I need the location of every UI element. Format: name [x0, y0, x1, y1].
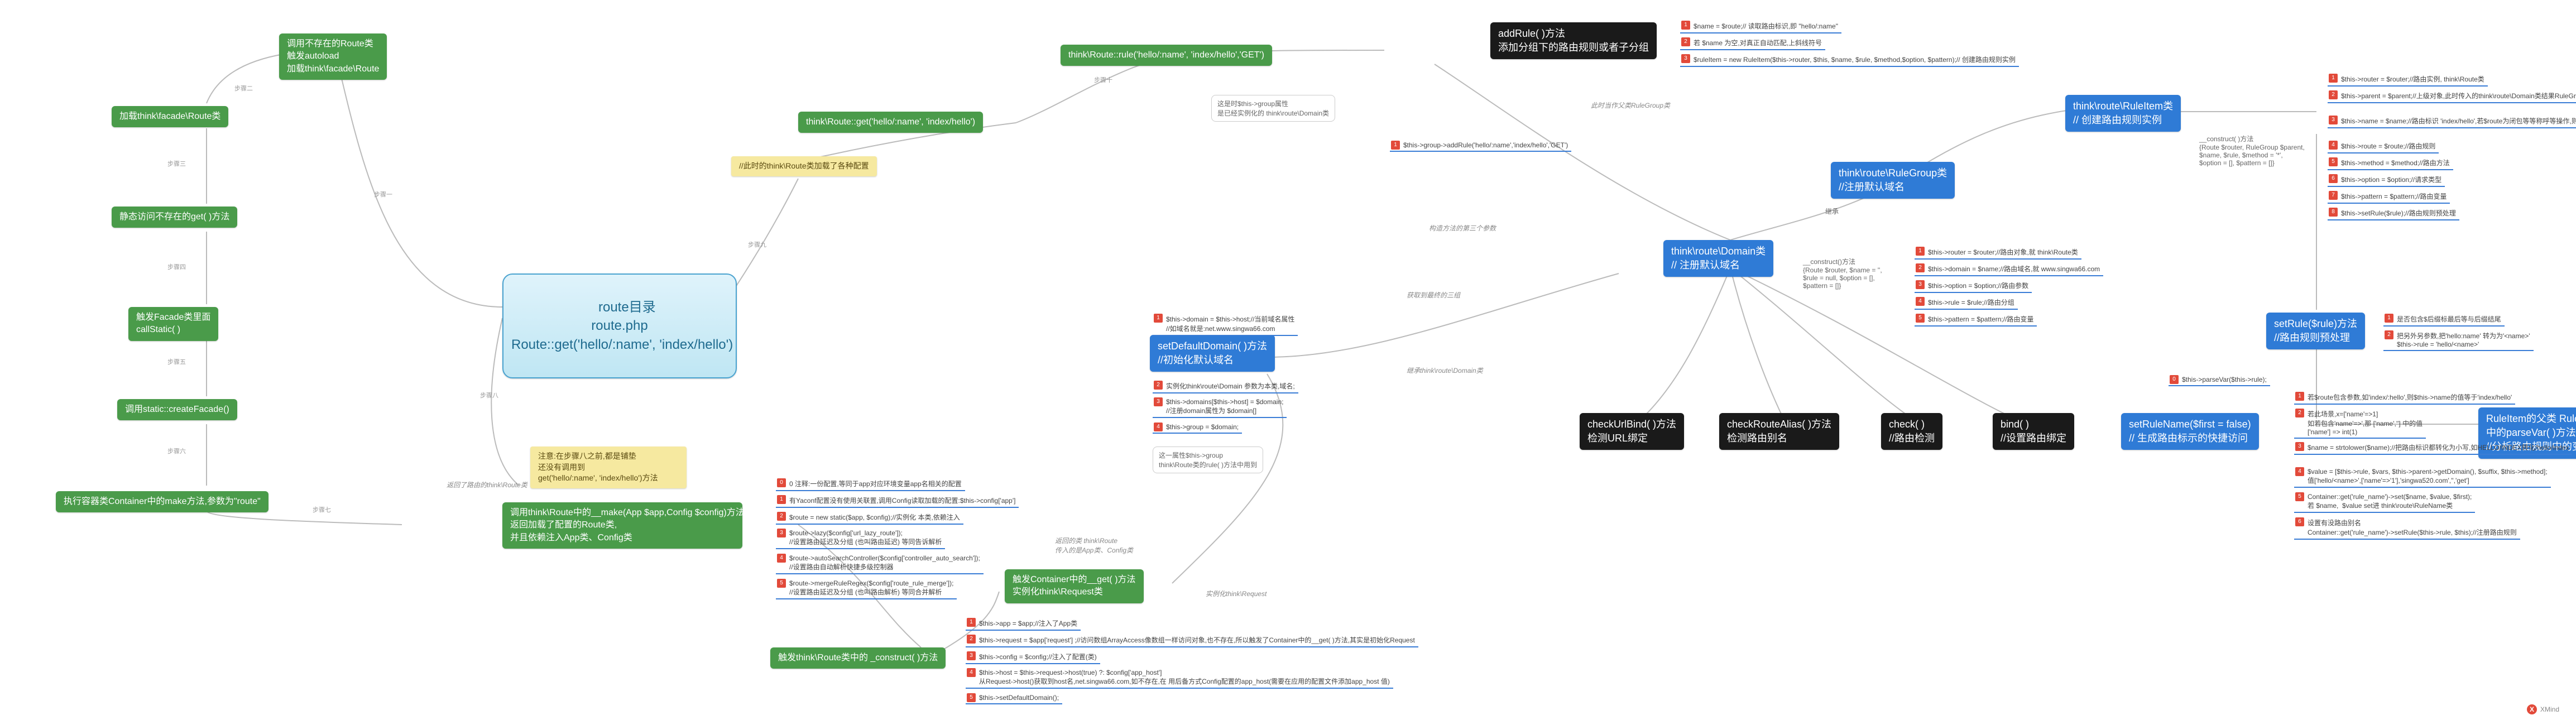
node-static-get[interactable]: 静态访问不存在的get( )方法	[112, 207, 237, 228]
step-5: 步骤五	[167, 357, 186, 366]
note-dom-4: 4$this->rule = $rule;//路由分组	[1915, 296, 2018, 310]
node-route-get[interactable]: think\Route::get('hello/:name', 'index/h…	[798, 112, 983, 133]
label-ruleitem-construct: __construct( )方法 {Route $router, RuleGro…	[2199, 134, 2305, 167]
note-cons-2: 2$this->request = $app['request'] ;//访问数…	[966, 633, 1418, 647]
node-autoload[interactable]: 调用不存在的Route类 触发autoload 加载think\facade\R…	[279, 33, 387, 80]
note-dom-1: 1$this->router = $router;//路由对象,就 think\…	[1915, 246, 2081, 260]
node-setrulename[interactable]: setRuleName($first = false) // 生成路由标示的快捷…	[2121, 413, 2259, 450]
node-route-construct[interactable]: 触发think\Route类中的 _construct( )方法	[770, 647, 946, 669]
note-srn-3: 3$name = strtolower($name);//把路由标识都转化为小写…	[2294, 441, 2572, 455]
step-9: 步骤九	[748, 240, 766, 249]
note-ri-1: 1$this->router = $router;//路由实例, think\R…	[2328, 73, 2488, 87]
node-checkurlbind[interactable]: checkUrlBind( )方法 检测URL绑定	[1580, 413, 1684, 450]
note-srn-2: 2若此场景,x=['name'=>1] 如若包含'name'=>',那 ['na…	[2294, 407, 2426, 439]
note-sdd-2: 2实例化think\route\Domain 参数为本类,域名;	[1153, 380, 1298, 393]
note-ri-3: 3$this->name = $name;//路由标识 'index/hello…	[2328, 114, 2576, 128]
note-srn-1: 1若$route包含参数,如'index/:hello',则$this->nam…	[2294, 391, 2515, 405]
xmind-icon: X	[2527, 704, 2537, 714]
note-make-2: 2$route = new static($app, $config);//实例…	[776, 511, 963, 525]
node-load-facade[interactable]: 加载think\facade\Route类	[112, 106, 228, 127]
node-rulegroup[interactable]: think\route\RuleGroup类 //注册默认域名	[1831, 162, 1955, 199]
callout-group-prop: 这一属性$this->group think\Route类的rule( )方法中…	[1153, 447, 1263, 473]
note-srn-6: 6设置有没路由别名 Container::get('rule_name')->s…	[2294, 516, 2520, 540]
node-container-get[interactable]: 触发Container中的__get( )方法 实例化think\Request…	[1005, 569, 1144, 603]
note-ar-3: 3$ruleItem = new RuleItem($this->router,…	[1680, 53, 2019, 67]
note-sdd-1: 1$this->domain = $this->host;//当前域名属性 //…	[1153, 313, 1298, 336]
step-1: 步骤一	[374, 190, 392, 199]
note-sr-2: 2把另外另参数,把'hello:name' 转为为'<name>' $this-…	[2383, 329, 2534, 351]
note-cons-3: 3$this->config = $config;//注入了配置(类)	[966, 650, 1100, 664]
tip-return-route: 返回了路由的think\Route类	[447, 480, 527, 489]
step-10: 步骤十	[1094, 75, 1112, 84]
label-domain-construct: __construct()方法 {Route $router, $name = …	[1803, 257, 1882, 290]
note-before-step8[interactable]: 注意:在步骤八之前,都是铺垫 还没有调用到 get('hello/:name',…	[530, 447, 687, 488]
note-dom-2: 2$this->domain = $name;//路由域名,就 www.sing…	[1915, 262, 2103, 276]
node-route-rule[interactable]: think\Route::rule('hello/:name', 'index/…	[1061, 45, 1272, 66]
step-4: 步骤四	[167, 262, 186, 271]
node-checkroutealias[interactable]: checkRouteAlias( )方法 检测路由别名	[1719, 413, 1839, 450]
tip-step-ret: 获取到最终的三组	[1407, 290, 1460, 300]
node-callstatic[interactable]: 触发Facade类里面 callStatic( )	[128, 307, 218, 341]
note-ri-4: 4$this->route = $route;//路由规则	[2328, 140, 2439, 153]
footer-brand: XXMind	[2527, 704, 2559, 714]
note-ri-8: 8$this->setRule($rule);//路由规则预处理	[2328, 207, 2459, 220]
note-dom-5: 5$this->pattern = $pattern;//路由变量	[1915, 313, 2037, 327]
step-7: 步骤七	[313, 505, 331, 514]
note-sdd-3: 3$this->domains[$this->host] = $domain; …	[1153, 396, 1287, 418]
node-ruleitem[interactable]: think\route\RuleItem类 // 创建路由规则实例	[2065, 95, 2181, 132]
note-make-1: 1有Yaconf配置没有使用关联置,调用Config读取加载的配置:$this-…	[776, 494, 1019, 508]
note-dom-3: 3$this->option = $option;//路由参数	[1915, 279, 2032, 293]
note-make-4: 4$route->autoSearchController($config['c…	[776, 553, 984, 574]
note-route-loaded[interactable]: //此时的think\Route类加载了各种配置	[731, 156, 877, 176]
step-6: 步骤六	[167, 447, 186, 455]
node-createfacade[interactable]: 调用static::createFacade()	[117, 399, 237, 420]
tip-instance-request: 实例化think\Request	[1206, 589, 1267, 598]
note-cons-1: 1$this->app = $app;//注入了App类	[966, 617, 1081, 631]
mindmap-canvas[interactable]: route目录 route.php Route::get('hello/:nam…	[0, 0, 2576, 720]
note-ar-2: 2若 $name 为空,对真正自动匹配,上斜线符号	[1680, 36, 1825, 50]
note-make-5: 5$route->mergeRuleRegex($config['route_r…	[776, 578, 957, 599]
note-sdd-4: 4$this->group = $domain;	[1153, 421, 1242, 434]
note-sdd-2-hidden	[1153, 338, 1169, 341]
node-bind[interactable]: bind( ) //设置路由绑定	[1993, 413, 2074, 450]
tip-extend-domain: 继承think\route\Domain类	[1407, 366, 1483, 375]
node-addrule[interactable]: addRule( )方法 添加分组下的路由规则或者子分组	[1490, 22, 1657, 59]
node-domain[interactable]: think\route\Domain类 // 注册默认域名	[1663, 240, 1773, 277]
note-cons-5: 5$this->setDefaultDomain();	[966, 692, 1062, 704]
step-3: 步骤三	[167, 159, 186, 168]
note-ri-7: 7$this->pattern = $pattern;//路由变量	[2328, 190, 2450, 204]
central-topic[interactable]: route目录 route.php Route::get('hello/:nam…	[502, 273, 737, 378]
note-make-0: 00 注释:一份配置,等同于app对应环境变量app名相关的配置	[776, 477, 965, 491]
note-addrule-call: 1$this->group->addRule('hello/:name','in…	[1390, 140, 1571, 152]
note-ri-6: 6$this->option = $option;//请求类型	[2328, 173, 2445, 187]
footer-text: XMind	[2540, 705, 2559, 713]
tip-parent-class: 此时当作父类RuleGroup类	[1591, 100, 1670, 110]
node-make-route[interactable]: 调用think\Route中的__make(App $app,Config $c…	[502, 502, 742, 549]
note-srn-5: 5Container::get('rule_name')->set($name,…	[2294, 491, 2475, 513]
note-srn-0: 0$this->parseVar($this->rule);	[2169, 374, 2270, 386]
tip-return-config: 返回的类 think\Route 传入的是App类、Config类	[1055, 536, 1133, 555]
central-text: route目录 route.php Route::get('hello/:nam…	[511, 300, 733, 352]
note-srn-4: 4$value = [$this->rule, $vars, $this->pa…	[2294, 466, 2551, 488]
tip-construct-invoke: 构造方法的第三个参数	[1429, 223, 1496, 233]
label-extend: 继承	[1825, 207, 1839, 216]
note-ar-1: 1$name = $route;// 读取路由标识,即 "hello/:name…	[1680, 20, 1841, 33]
step-8: 步骤八	[480, 391, 498, 400]
callout-group-domain: 这是时$this->group属性 是已经实例化的 think\route\Do…	[1211, 95, 1335, 122]
node-setrule[interactable]: setRule($rule)方法 //路由规则预处理	[2266, 313, 2365, 349]
note-ri-2: 2$this->parent = $parent;//上级对象,此时传入的thi…	[2328, 89, 2576, 103]
node-check[interactable]: check( ) //路由检测	[1881, 413, 1942, 450]
node-container-make[interactable]: 执行容器类Container中的make方法,参数为"route"	[56, 491, 268, 512]
step-2: 步骤二	[234, 84, 253, 93]
note-make-3: 3$route->lazy($config['url_lazy_route'])…	[776, 527, 945, 549]
note-ri-5: 5$this->method = $method;//路由方法	[2328, 156, 2453, 170]
note-sr-1: 1是否包含$后缀标最后等与后缀结尾	[2383, 313, 2505, 327]
note-cons-4: 4$this->host = $this->request->host(true…	[966, 667, 1393, 689]
